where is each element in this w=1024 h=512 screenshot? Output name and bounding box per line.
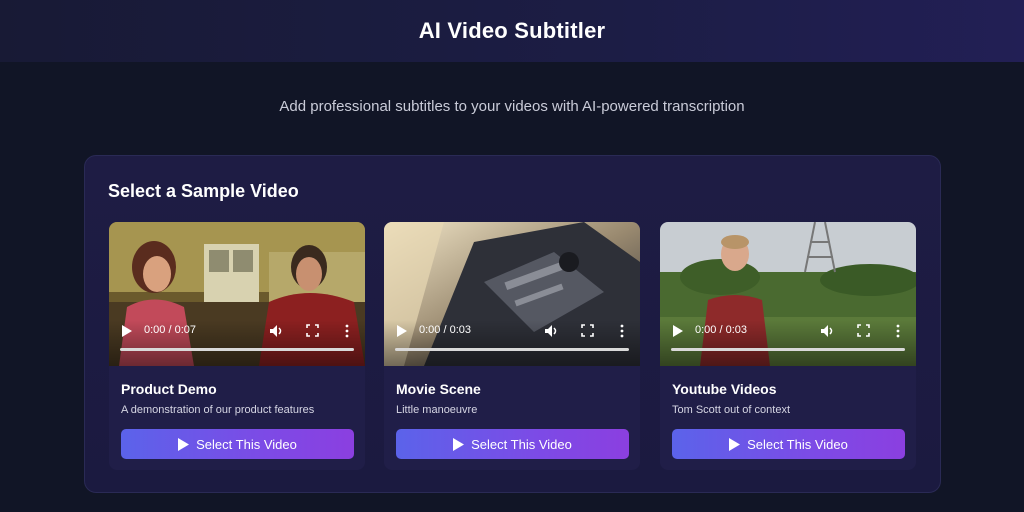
app-header: AI Video Subtitler — [0, 0, 1024, 62]
select-video-button[interactable]: Select This Video — [396, 429, 629, 459]
video-controls: 0:00 / 0:03 — [384, 320, 640, 366]
select-video-button[interactable]: Select This Video — [672, 429, 905, 459]
video-controls: 0:00 / 0:03 — [660, 320, 916, 366]
play-icon — [729, 437, 741, 451]
video-card-movie-scene: 0:00 / 0:03 Movie Scene Little manoeuvre… — [384, 222, 640, 470]
volume-icon[interactable] — [269, 324, 283, 338]
fullscreen-icon[interactable] — [306, 324, 319, 337]
play-icon — [178, 437, 190, 451]
tagline: Add professional subtitles to your video… — [279, 98, 745, 115]
more-vertical-icon[interactable] — [344, 324, 350, 338]
video-time: 0:00 / 0:07 — [144, 324, 196, 336]
video-time: 0:00 / 0:03 — [419, 324, 471, 336]
video-time: 0:00 / 0:03 — [695, 324, 747, 336]
video-title: Product Demo — [121, 381, 217, 397]
select-video-button-label: Select This Video — [747, 436, 848, 452]
app-title: AI Video Subtitler — [418, 18, 606, 43]
sample-video-panel: Select a Sample Video 0:00 / 0:07 Produc… — [84, 155, 941, 493]
volume-icon[interactable] — [544, 324, 558, 338]
panel-title: Select a Sample Video — [108, 181, 299, 201]
fullscreen-icon[interactable] — [857, 324, 870, 337]
play-icon — [453, 437, 465, 451]
video-description: Tom Scott out of context — [672, 404, 791, 416]
video-card-product-demo: 0:00 / 0:07 Product Demo A demonstration… — [109, 222, 365, 470]
select-video-button[interactable]: Select This Video — [121, 429, 354, 459]
more-vertical-icon[interactable] — [619, 324, 625, 338]
more-vertical-icon[interactable] — [895, 324, 901, 338]
video-progress-bar[interactable] — [395, 348, 629, 351]
video-title: Youtube Videos — [672, 381, 777, 397]
video-description: Little manoeuvre — [396, 404, 478, 416]
volume-icon[interactable] — [820, 324, 834, 338]
play-icon[interactable] — [122, 325, 132, 337]
video-progress-bar[interactable] — [671, 348, 905, 351]
play-icon[interactable] — [673, 325, 683, 337]
video-progress-bar[interactable] — [120, 348, 354, 351]
select-video-button-label: Select This Video — [471, 436, 572, 452]
select-video-button-label: Select This Video — [196, 436, 297, 452]
video-description: A demonstration of our product features — [121, 404, 315, 416]
video-title: Movie Scene — [396, 381, 481, 397]
video-player[interactable]: 0:00 / 0:03 — [384, 222, 640, 366]
video-card-youtube-videos: 0:00 / 0:03 Youtube Videos Tom Scott out… — [660, 222, 916, 470]
video-controls: 0:00 / 0:07 — [109, 320, 365, 366]
play-icon[interactable] — [397, 325, 407, 337]
video-player[interactable]: 0:00 / 0:03 — [660, 222, 916, 366]
fullscreen-icon[interactable] — [581, 324, 594, 337]
video-player[interactable]: 0:00 / 0:07 — [109, 222, 365, 366]
